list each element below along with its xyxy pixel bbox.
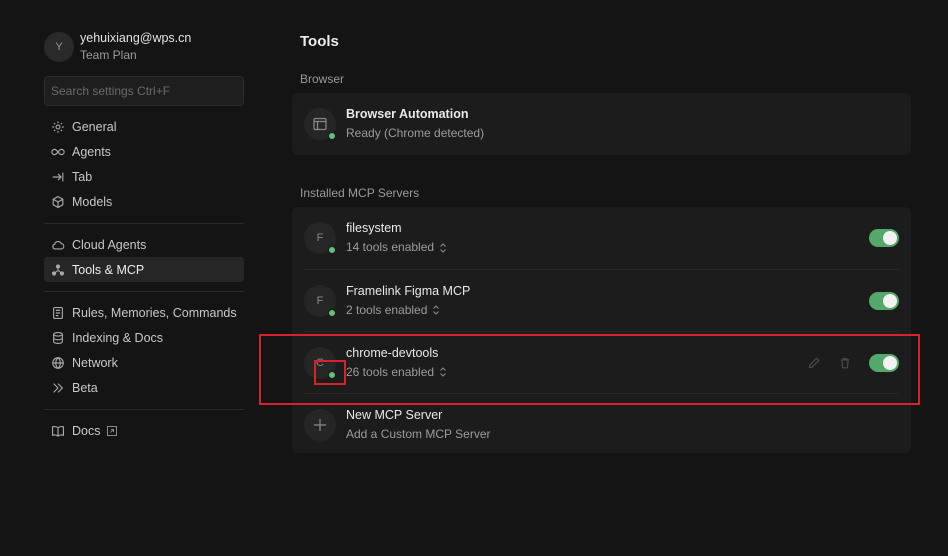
plus-icon xyxy=(304,408,336,441)
browser-automation-row[interactable]: Browser Automation Ready (Chrome detecte… xyxy=(292,93,911,155)
server-enabled-toggle[interactable] xyxy=(869,291,899,310)
sidebar-item-label: Network xyxy=(72,355,118,370)
status-dot-connected xyxy=(328,370,336,379)
avatar: Y xyxy=(44,32,74,62)
sidebar-item-label: Rules, Memories, Commands xyxy=(72,305,237,320)
server-name: Framelink Figma MCP xyxy=(346,283,471,298)
status-dot-connected xyxy=(328,308,336,317)
browser-card: Browser Automation Ready (Chrome detecte… xyxy=(292,93,911,155)
pencil-icon[interactable] xyxy=(807,356,821,370)
server-initial: F xyxy=(316,232,324,244)
trash-icon[interactable] xyxy=(838,356,852,370)
tab-arrow-icon xyxy=(51,170,65,184)
server-name: filesystem xyxy=(346,221,402,235)
sidebar-item-label: Agents xyxy=(72,144,111,159)
sidebar-item-models[interactable]: Models xyxy=(44,189,244,214)
sidebar-item-label: Docs xyxy=(72,423,101,438)
tools-count: 14 tools enabled xyxy=(346,240,435,254)
user-profile[interactable]: Y yehuixiang@wps.cn Team Plan xyxy=(44,30,244,64)
tools-enabled-dropdown[interactable]: 26 tools enabled xyxy=(346,363,447,382)
settings-window: Y yehuixiang@wps.cn Team Plan General Ag… xyxy=(0,0,948,556)
document-icon xyxy=(51,306,65,320)
chevron-up-down-icon xyxy=(432,305,440,315)
server-name: chrome-devtools xyxy=(346,345,439,360)
nav-divider xyxy=(44,409,244,410)
mcp-server-row[interactable]: C chrome-devtools 26 tools enabled xyxy=(304,331,899,393)
settings-nav: General Agents Tab Models Cloud Agents T… xyxy=(44,114,244,443)
sidebar-item-tab[interactable]: Tab xyxy=(44,164,244,189)
gear-icon xyxy=(51,120,65,134)
database-icon xyxy=(51,331,65,345)
sidebar-item-label: Cloud Agents xyxy=(72,237,147,252)
tools-enabled-dropdown[interactable]: 14 tools enabled xyxy=(346,238,447,257)
external-link-icon xyxy=(107,425,118,436)
sidebar-item-indexing[interactable]: Indexing & Docs xyxy=(44,325,244,350)
new-server-title: New MCP Server xyxy=(346,407,443,422)
browser-automation-status: Ready (Chrome detected) xyxy=(346,126,485,140)
server-avatar: F xyxy=(304,284,336,317)
status-dot-connected xyxy=(328,246,336,254)
profile-email: yehuixiang@wps.cn xyxy=(80,31,192,45)
cube-icon xyxy=(51,195,65,209)
nav-divider xyxy=(44,223,244,224)
globe-icon xyxy=(51,356,65,370)
browser-automation-title: Browser Automation xyxy=(346,107,469,121)
chevron-up-down-icon xyxy=(439,367,447,377)
sidebar-item-label: General xyxy=(72,119,117,134)
sidebar-item-network[interactable]: Network xyxy=(44,350,244,375)
new-server-subtitle: Add a Custom MCP Server xyxy=(346,426,491,441)
double-chevron-icon xyxy=(51,381,65,395)
sidebar-item-label: Models xyxy=(72,194,113,209)
server-enabled-toggle[interactable] xyxy=(869,229,899,247)
new-mcp-server-row[interactable]: New MCP Server Add a Custom MCP Server xyxy=(304,393,899,455)
nav-divider xyxy=(44,291,244,292)
sidebar-item-label: Beta xyxy=(72,380,98,395)
server-initial: C xyxy=(316,356,324,369)
server-avatar: F xyxy=(304,222,336,254)
book-icon xyxy=(51,424,65,438)
server-enabled-toggle[interactable] xyxy=(869,353,899,372)
mcp-section-label: Installed MCP Servers xyxy=(300,186,420,200)
infinity-icon xyxy=(51,145,65,159)
sidebar-item-agents[interactable]: Agents xyxy=(44,139,244,164)
profile-plan: Team Plan xyxy=(80,48,137,62)
sidebar-item-label: Indexing & Docs xyxy=(72,330,164,345)
sidebar-item-label: Tab xyxy=(72,169,93,184)
page-title: Tools xyxy=(300,33,339,50)
mcp-server-row[interactable]: F Framelink Figma MCP 2 tools enabled xyxy=(304,269,899,331)
sidebar: Y yehuixiang@wps.cn Team Plan General Ag… xyxy=(44,30,244,438)
sidebar-item-cloud-agents[interactable]: Cloud Agents xyxy=(44,232,244,257)
cloud-icon xyxy=(51,238,65,252)
browser-window-icon xyxy=(304,108,336,140)
search-settings-input[interactable] xyxy=(44,76,244,106)
mcp-servers-card: F filesystem 14 tools enabled F Framelin… xyxy=(292,207,911,453)
tools-enabled-dropdown[interactable]: 2 tools enabled xyxy=(346,301,470,320)
sidebar-item-general[interactable]: General xyxy=(44,114,244,139)
nodes-icon xyxy=(51,263,65,277)
server-initial: F xyxy=(316,294,324,307)
mcp-server-row[interactable]: F filesystem 14 tools enabled xyxy=(304,207,899,269)
sidebar-item-label: Tools & MCP xyxy=(72,262,145,277)
sidebar-item-tools-mcp[interactable]: Tools & MCP xyxy=(44,257,244,282)
tools-count: 26 tools enabled xyxy=(346,364,435,379)
sidebar-item-beta[interactable]: Beta xyxy=(44,375,244,400)
browser-section-label: Browser xyxy=(300,72,345,86)
tools-count: 2 tools enabled xyxy=(346,302,428,317)
server-avatar: C xyxy=(304,346,336,379)
status-dot-ready xyxy=(328,132,336,140)
chevron-up-down-icon xyxy=(439,242,447,253)
sidebar-item-docs[interactable]: Docs xyxy=(44,418,244,443)
sidebar-item-rules[interactable]: Rules, Memories, Commands xyxy=(44,300,244,325)
